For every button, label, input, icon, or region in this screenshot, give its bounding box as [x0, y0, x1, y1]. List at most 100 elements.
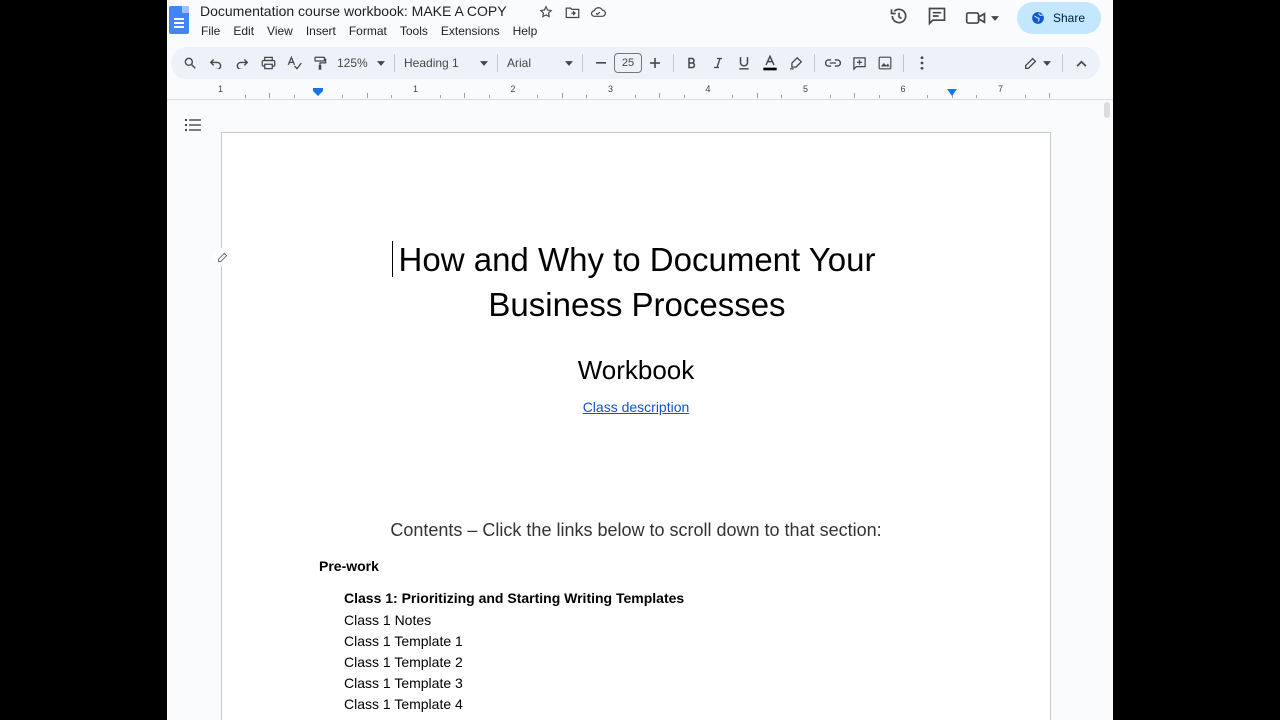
toc-item[interactable]: Class 1 Notes: [344, 610, 684, 631]
docs-window: Documentation course workbook: MAKE A CO…: [167, 0, 1113, 720]
print-icon[interactable]: [255, 51, 281, 75]
vertical-scrollbar[interactable]: [1104, 102, 1110, 118]
collapse-icon[interactable]: [1068, 51, 1094, 75]
cloud-status-icon[interactable]: [589, 4, 607, 20]
link-icon[interactable]: [820, 51, 846, 75]
share-button[interactable]: Share: [1016, 2, 1101, 34]
ruler[interactable]: 1 1 2 3 4 5 6 7: [167, 84, 1113, 100]
ruler-tick: [391, 95, 393, 98]
ruler-tick: [634, 95, 636, 98]
menu-bar: File Edit View Insert Format Tools Exten…: [201, 24, 550, 38]
menu-format[interactable]: Format: [349, 24, 387, 38]
menu-file[interactable]: File: [201, 24, 220, 38]
decrease-font-size-button[interactable]: [588, 51, 614, 75]
comments-icon[interactable]: [927, 6, 947, 31]
meet-icon[interactable]: [965, 10, 999, 26]
insert-image-icon[interactable]: [872, 51, 898, 75]
spellcheck-icon[interactable]: [281, 51, 307, 75]
share-label: Share: [1052, 11, 1085, 25]
font-size-input[interactable]: 25: [614, 53, 642, 73]
undo-icon[interactable]: [203, 51, 229, 75]
menu-extensions[interactable]: Extensions: [441, 24, 500, 38]
redo-icon[interactable]: [229, 51, 255, 75]
globe-icon: [1032, 12, 1044, 24]
font-value: Arial: [507, 56, 532, 70]
edit-suggestion-icon[interactable]: [213, 248, 231, 266]
add-comment-icon[interactable]: [846, 51, 872, 75]
ruler-tick: [781, 95, 783, 98]
ruler-tick: [488, 95, 490, 98]
menu-help[interactable]: Help: [513, 24, 538, 38]
italic-icon[interactable]: [705, 51, 731, 75]
ruler-tick: [927, 95, 929, 98]
menu-edit[interactable]: Edit: [233, 24, 254, 38]
menu-tools[interactable]: Tools: [400, 24, 428, 38]
document-heading[interactable]: How and Why to Document Your Business Pr…: [322, 237, 952, 327]
ruler-number: 6: [900, 84, 906, 94]
paint-format-icon[interactable]: [307, 51, 333, 75]
toolbar-divider: [394, 54, 395, 72]
ruler-tick: [537, 95, 539, 98]
ruler-tick: [464, 93, 466, 98]
toc-item[interactable]: Class 1 Template 4: [344, 694, 684, 715]
paragraph-style-value: Heading 1: [404, 56, 459, 70]
more-icon[interactable]: [909, 51, 935, 75]
outline-icon[interactable]: [185, 118, 201, 132]
paragraph-style-select[interactable]: Heading 1: [400, 51, 492, 75]
chevron-down-icon: [480, 60, 488, 66]
toc-item[interactable]: Class 1 Template 1: [344, 631, 684, 652]
text-cursor: [392, 241, 393, 277]
ruler-tick: [1049, 93, 1051, 98]
ruler-tick: [366, 93, 368, 98]
star-icon[interactable]: [537, 4, 555, 20]
ruler-scale: 1 1 2 3 4 5 6 7: [217, 84, 1055, 99]
contents-heading: Contents – Click the links below to scro…: [390, 520, 882, 540]
ruler-tick: [756, 93, 758, 98]
search-icon[interactable]: [177, 51, 203, 75]
ruler-number: 4: [705, 84, 711, 94]
underline-icon[interactable]: [731, 51, 757, 75]
chevron-down-icon: [565, 60, 573, 66]
editing-mode-icon[interactable]: [1017, 51, 1057, 75]
highlight-icon[interactable]: [783, 51, 809, 75]
ruler-number: 5: [802, 84, 809, 94]
ruler-number: 2: [510, 84, 516, 94]
right-indent-marker[interactable]: [947, 89, 957, 96]
zoom-value: 125%: [337, 56, 368, 70]
ruler-tick: [732, 95, 734, 98]
menu-insert[interactable]: Insert: [306, 24, 336, 38]
toolbar-divider: [582, 54, 583, 72]
zoom-select[interactable]: 125%: [333, 51, 389, 75]
document-subtitle: Workbook: [577, 355, 695, 385]
ruler-tick: [976, 95, 978, 98]
toolbar-divider: [673, 54, 674, 72]
document-title[interactable]: Documentation course workbook: MAKE A CO…: [200, 3, 507, 19]
left-indent-marker[interactable]: [313, 88, 323, 96]
heading-line-2: Business Processes: [488, 286, 786, 323]
ruler-number: 1: [217, 84, 224, 94]
text-color-icon[interactable]: [757, 51, 783, 75]
toc-prework-link[interactable]: Pre-work: [319, 558, 684, 574]
toc-item[interactable]: Class 1 Template 3: [344, 673, 684, 694]
ruler-tick: [683, 95, 685, 98]
ruler-tick: [586, 95, 588, 98]
toolbar-divider: [814, 54, 815, 72]
bold-icon[interactable]: [679, 51, 705, 75]
ruler-tick: [561, 93, 563, 98]
move-folder-icon[interactable]: [563, 4, 581, 20]
ruler-tick: [293, 95, 295, 98]
increase-font-size-button[interactable]: [642, 51, 668, 75]
chevron-down-icon: [1042, 60, 1051, 66]
ruler-tick: [878, 95, 880, 98]
toc-class1-link[interactable]: Class 1: Prioritizing and Starting Writi…: [344, 588, 684, 609]
document-page[interactable]: How and Why to Document Your Business Pr…: [221, 132, 1051, 720]
menu-view[interactable]: View: [267, 24, 293, 38]
version-history-icon[interactable]: [889, 6, 909, 31]
font-select[interactable]: Arial: [503, 51, 577, 75]
docs-logo-icon[interactable]: [169, 6, 189, 34]
toc-item[interactable]: Class 1 Template 2: [344, 652, 684, 673]
ruler-tick: [269, 93, 271, 98]
ruler-tick: [659, 93, 661, 98]
class-description-link[interactable]: Class description: [222, 399, 1050, 415]
table-of-contents: Pre-work Class 1: Prioritizing and Start…: [319, 558, 684, 715]
